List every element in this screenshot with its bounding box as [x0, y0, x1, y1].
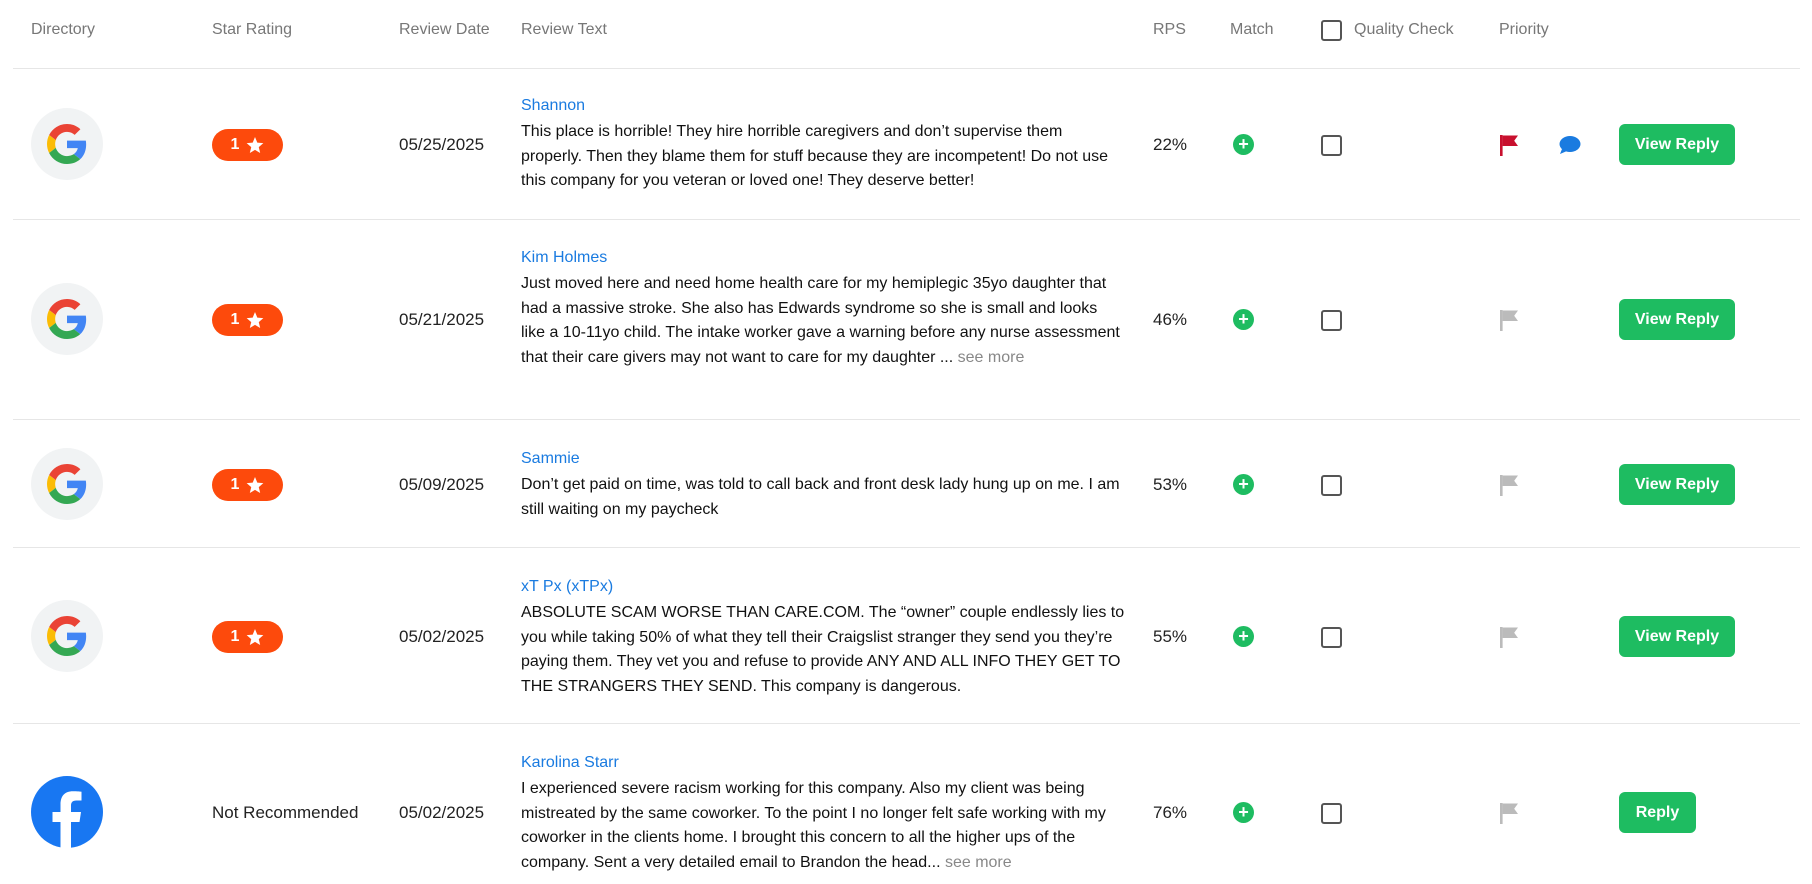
quality-check-checkbox[interactable]	[1321, 803, 1342, 824]
quality-check-checkbox[interactable]	[1321, 627, 1342, 648]
flag-icon[interactable]	[1499, 134, 1519, 156]
view-reply-button[interactable]: View Reply	[1619, 299, 1735, 340]
review-date: 05/02/2025	[399, 627, 485, 646]
rps-value: 53%	[1153, 475, 1188, 494]
plus-icon[interactable]: +	[1233, 802, 1254, 823]
review-date: 05/09/2025	[399, 475, 485, 494]
rps-value: 46%	[1153, 310, 1188, 329]
review-date: 05/02/2025	[399, 803, 485, 822]
table-row: Not Recommended 05/02/2025 Karolina Star…	[13, 724, 1800, 884]
star-rating-badge: 1	[212, 621, 283, 653]
review-text-cell: Kim Holmes Just moved here and need home…	[521, 248, 1125, 370]
quality-check-checkbox[interactable]	[1321, 135, 1342, 156]
col-priority[interactable]: Priority	[1499, 21, 1549, 39]
rps-value: 55%	[1153, 627, 1188, 646]
review-text-cell: xT Px (xTPx) ABSOLUTE SCAM WORSE THAN CA…	[521, 577, 1125, 699]
col-rps[interactable]: RPS	[1153, 21, 1186, 39]
rps-value: 22%	[1153, 135, 1188, 154]
review-body: Don’t get paid on time, was told to call…	[521, 476, 1120, 518]
table-row: 1 05/21/2025 Kim Holmes Just moved here …	[13, 220, 1800, 420]
rps-value: 76%	[1153, 803, 1188, 822]
table-header: Directory Star Rating Review Date Review…	[13, 0, 1800, 69]
quality-check-checkbox[interactable]	[1321, 475, 1342, 496]
review-text-cell: Sammie Don’t get paid on time, was told …	[521, 449, 1125, 522]
review-date: 05/21/2025	[399, 310, 485, 329]
flag-icon[interactable]	[1499, 626, 1519, 648]
facebook-icon	[31, 776, 103, 848]
review-author-link[interactable]: Kim Holmes	[521, 248, 1125, 268]
see-more-link[interactable]: see more	[941, 854, 1012, 871]
review-body: ABSOLUTE SCAM WORSE THAN CARE.COM. The “…	[521, 604, 1125, 695]
plus-icon[interactable]: +	[1233, 474, 1254, 495]
col-review-text: Review Text	[521, 21, 607, 38]
view-reply-button[interactable]: View Reply	[1619, 124, 1735, 165]
table-row: 1 05/25/2025 Shannon This place is horri…	[13, 69, 1800, 220]
reviews-table: Directory Star Rating Review Date Review…	[13, 0, 1800, 884]
star-rating-badge: 1	[212, 469, 283, 501]
review-author-link[interactable]: Karolina Starr	[521, 753, 1125, 773]
flag-icon[interactable]	[1499, 309, 1519, 331]
star-icon	[247, 476, 264, 493]
star-rating-badge: 1	[212, 129, 283, 161]
plus-icon[interactable]: +	[1233, 134, 1254, 155]
view-reply-button[interactable]: View Reply	[1619, 464, 1735, 505]
plus-icon[interactable]: +	[1233, 309, 1254, 330]
col-review-date[interactable]: Review Date	[399, 21, 490, 39]
rating-value: 1	[230, 628, 240, 645]
rating-value: 1	[230, 311, 240, 328]
review-author-link[interactable]: Shannon	[521, 96, 1125, 116]
plus-icon[interactable]: +	[1233, 626, 1254, 647]
star-icon	[247, 628, 264, 645]
review-date: 05/25/2025	[399, 135, 485, 154]
table-row: 1 05/09/2025 Sammie Don’t get paid on ti…	[13, 420, 1800, 548]
review-text-cell: Shannon This place is horrible! They hir…	[521, 96, 1125, 194]
select-all-checkbox[interactable]	[1321, 20, 1342, 41]
star-rating-badge: 1	[212, 304, 283, 336]
star-icon	[247, 136, 264, 153]
google-icon	[31, 448, 103, 520]
rating-value: 1	[230, 476, 240, 493]
comment-icon[interactable]	[1559, 135, 1581, 155]
col-directory: Directory	[31, 21, 96, 38]
google-icon	[31, 283, 103, 355]
see-more-link[interactable]: see more	[953, 349, 1025, 366]
google-icon	[31, 600, 103, 672]
flag-icon[interactable]	[1499, 802, 1519, 824]
review-author-link[interactable]: xT Px (xTPx)	[521, 577, 1125, 597]
rating-value: 1	[230, 136, 240, 153]
col-match[interactable]: Match	[1230, 21, 1274, 39]
col-quality-check[interactable]: Quality Check	[1354, 21, 1454, 39]
review-body: I experienced severe racism working for …	[521, 780, 1106, 871]
quality-check-checkbox[interactable]	[1321, 310, 1342, 331]
review-body: Just moved here and need home health car…	[521, 275, 1120, 366]
view-reply-button[interactable]: View Reply	[1619, 616, 1735, 657]
review-body: This place is horrible! They hire horrib…	[521, 123, 1108, 189]
col-star-rating[interactable]: Star Rating	[212, 21, 292, 39]
reply-button[interactable]: Reply	[1619, 792, 1696, 833]
google-icon	[31, 108, 103, 180]
star-icon	[247, 311, 264, 328]
review-author-link[interactable]: Sammie	[521, 449, 1125, 469]
recommendation-status: Not Recommended	[212, 803, 359, 822]
table-row: 1 05/02/2025 xT Px (xTPx) ABSOLUTE SCAM …	[13, 548, 1800, 724]
review-text-cell: Karolina Starr I experienced severe raci…	[521, 753, 1125, 875]
flag-icon[interactable]	[1499, 474, 1519, 496]
